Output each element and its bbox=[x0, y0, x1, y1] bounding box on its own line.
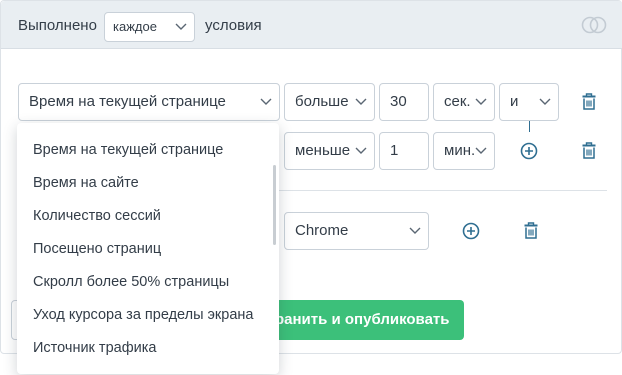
rule-1-join-value: и bbox=[510, 93, 519, 110]
trash-icon[interactable] bbox=[524, 222, 538, 239]
chevron-down-icon bbox=[175, 23, 187, 31]
rule-1-operator-value: больше bbox=[295, 93, 349, 110]
conditions-header: Выполнено каждое условия bbox=[1, 1, 622, 49]
overlapping-circles-icon[interactable] bbox=[581, 16, 607, 34]
rule-2-operator-value: меньше bbox=[295, 142, 351, 159]
rule-1-unit-value: сек. bbox=[444, 93, 471, 110]
dropdown-scrollbar[interactable] bbox=[273, 165, 276, 245]
rule-1-operator-select[interactable]: больше bbox=[284, 83, 375, 121]
match-mode-select[interactable]: каждое bbox=[104, 12, 195, 42]
save-publish-label: Сохранить и опубликовать bbox=[265, 311, 450, 328]
dropdown-item[interactable]: Уход курсора за пределы экрана bbox=[33, 307, 253, 323]
rule-1-field-value: Время на текущей странице bbox=[29, 93, 226, 110]
browser-select[interactable]: Chrome bbox=[284, 212, 429, 250]
plus-circle-icon[interactable] bbox=[520, 142, 538, 160]
save-publish-button[interactable]: Сохранить и опубликовать bbox=[265, 300, 464, 340]
rule-1-join-select[interactable]: и bbox=[499, 83, 559, 121]
rule-2-value-input[interactable]: 1 bbox=[379, 132, 429, 170]
header-prefix-label: Выполнено bbox=[18, 17, 97, 34]
chevron-down-icon bbox=[260, 98, 272, 106]
dropdown-item[interactable]: Посещено страниц bbox=[33, 241, 161, 257]
chevron-down-icon bbox=[355, 147, 367, 155]
dropdown-item[interactable]: Источник трафика bbox=[33, 340, 156, 356]
trash-icon[interactable] bbox=[582, 142, 596, 159]
trash-icon[interactable] bbox=[582, 93, 596, 110]
plus-circle-icon[interactable] bbox=[462, 222, 480, 240]
dropdown-item[interactable]: Скролл более 50% страницы bbox=[33, 274, 229, 290]
chevron-down-icon bbox=[539, 98, 551, 106]
rule-2-operator-select[interactable]: меньше bbox=[284, 132, 375, 170]
header-suffix-label: условия bbox=[205, 17, 262, 34]
chevron-down-icon bbox=[475, 147, 487, 155]
join-connector-line bbox=[529, 121, 530, 132]
chevron-down-icon bbox=[355, 98, 367, 106]
chevron-down-icon bbox=[475, 98, 487, 106]
rule-1-value-input[interactable]: 30 bbox=[379, 83, 429, 121]
dropdown-item[interactable]: Время на сайте bbox=[33, 175, 139, 191]
browser-value: Chrome bbox=[295, 222, 349, 239]
match-mode-value: каждое bbox=[113, 19, 157, 34]
rule-1-field-select[interactable]: Время на текущей странице bbox=[18, 83, 280, 121]
dropdown-item[interactable]: Количество сессий bbox=[33, 208, 161, 224]
chevron-down-icon bbox=[409, 227, 421, 235]
field-dropdown-menu: Время на текущей странице Время на сайте… bbox=[17, 123, 279, 374]
rule-1-unit-select[interactable]: сек. bbox=[433, 83, 495, 121]
rule-2-unit-value: мин. bbox=[444, 142, 476, 159]
rule-2-unit-select[interactable]: мин. bbox=[433, 132, 495, 170]
dropdown-item[interactable]: Время на текущей странице bbox=[33, 142, 223, 158]
